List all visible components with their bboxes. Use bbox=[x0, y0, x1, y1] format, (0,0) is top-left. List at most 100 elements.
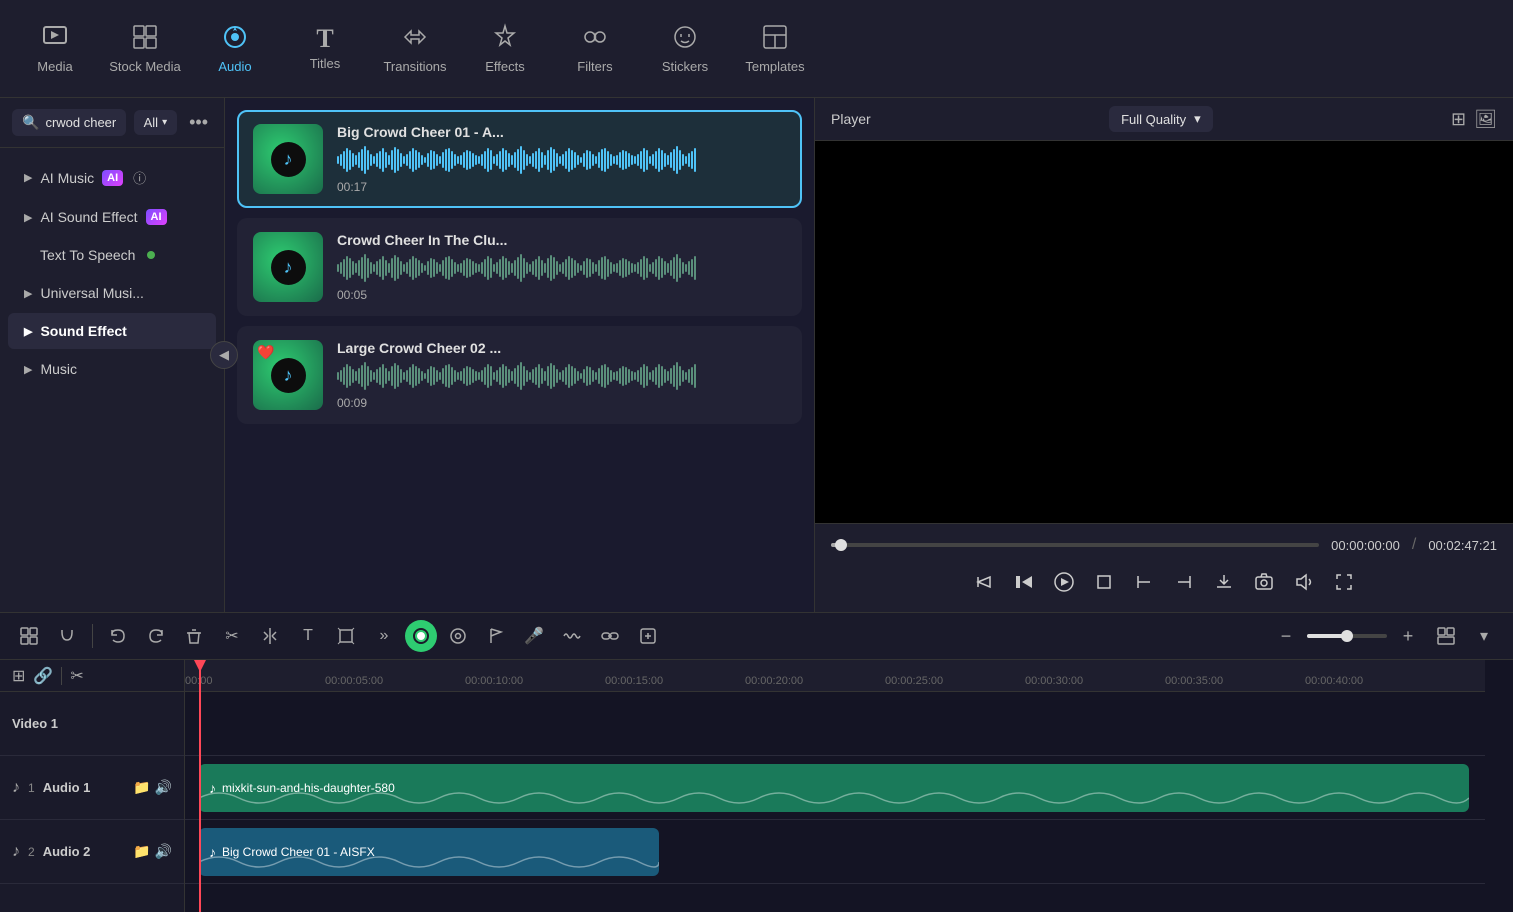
player-label: Player bbox=[831, 111, 871, 127]
ruler-mark-7: 00:00:35:00 bbox=[1165, 675, 1223, 687]
nav-media[interactable]: Media bbox=[10, 4, 100, 94]
search-filter-dropdown[interactable]: All ▾ bbox=[134, 110, 177, 135]
tl-split-audio-button[interactable] bbox=[253, 619, 287, 653]
audio-card-1[interactable]: ♪ Big Crowd Cheer 01 - A... 00:17 bbox=[237, 110, 802, 208]
tl-delete-button[interactable] bbox=[177, 619, 211, 653]
audio1-note-icon: ♪ bbox=[12, 779, 20, 797]
filter-label: All bbox=[144, 115, 158, 130]
audio-card-3[interactable]: ❤️ ♪ Large Crowd Cheer 02 ... 00:09 bbox=[237, 326, 802, 424]
timeline-content: 00:00 00:00:05:00 00:00:10:00 00:00:15:0… bbox=[185, 660, 1485, 912]
stickers-icon bbox=[671, 23, 699, 55]
top-nav: Media Stock Media Audio T Titles bbox=[0, 0, 1513, 98]
tl-link2-icon[interactable]: 🔗 bbox=[33, 666, 53, 686]
tl-undo-button[interactable] bbox=[101, 619, 135, 653]
tl-divider2 bbox=[61, 667, 62, 685]
tl-link-button[interactable] bbox=[593, 619, 627, 653]
nav-effects-label: Effects bbox=[485, 59, 525, 74]
search-icon: 🔍 bbox=[22, 114, 39, 131]
quality-select[interactable]: Full Quality ▾ bbox=[1109, 106, 1213, 132]
tl-settings-button[interactable] bbox=[441, 619, 475, 653]
sidebar-item-ai-music[interactable]: ▶ AI Music AI ⓘ bbox=[8, 158, 216, 197]
tl-zoom-bar[interactable] bbox=[1307, 634, 1387, 638]
tl-add-track-icon[interactable]: ⊞ bbox=[12, 666, 25, 686]
tl-text-button[interactable]: T bbox=[291, 619, 325, 653]
grid-view-icon[interactable]: ⊞ bbox=[1451, 109, 1466, 130]
titles-icon: T bbox=[316, 26, 333, 52]
stop-button[interactable] bbox=[1086, 564, 1122, 600]
progress-handle[interactable] bbox=[835, 539, 847, 551]
step-back-button[interactable] bbox=[966, 564, 1002, 600]
sidebar-label-ai-music: AI Music bbox=[40, 170, 94, 186]
export-button[interactable] bbox=[1206, 564, 1242, 600]
audio1-index: 1 bbox=[28, 781, 35, 795]
volume-button[interactable] bbox=[1286, 564, 1322, 600]
sidebar-item-ai-sound-effect[interactable]: ▶ AI Sound Effect AI bbox=[8, 199, 216, 235]
audio-icon bbox=[221, 23, 249, 55]
tl-insert-button[interactable] bbox=[631, 619, 665, 653]
mark-out-button[interactable] bbox=[1166, 564, 1202, 600]
tl-more-button[interactable]: » bbox=[367, 619, 401, 653]
audio2-clip[interactable]: ♪ Big Crowd Cheer 01 - AISFX bbox=[199, 828, 659, 876]
tl-cut2-icon[interactable]: ✂ bbox=[70, 666, 83, 686]
nav-stock-media[interactable]: Stock Media bbox=[100, 4, 190, 94]
nav-stickers[interactable]: Stickers bbox=[640, 4, 730, 94]
tl-magnet-button[interactable] bbox=[50, 619, 84, 653]
main-area: 🔍 All ▾ ••• ▶ AI Music AI ⓘ ▶ AI Sound E… bbox=[0, 98, 1513, 612]
mark-in-button[interactable] bbox=[1126, 564, 1162, 600]
filters-icon bbox=[581, 23, 609, 55]
sidebar-item-universal-music[interactable]: ▶ Universal Musi... bbox=[8, 275, 216, 311]
player-controls: 00:00:00:00 / 00:02:47:21 bbox=[815, 523, 1513, 612]
nav-filters[interactable]: Filters bbox=[550, 4, 640, 94]
search-more-button[interactable]: ••• bbox=[185, 108, 212, 137]
audio-info-1: Big Crowd Cheer 01 - A... 00:17 bbox=[337, 124, 786, 194]
audio2-folder-icon[interactable]: 📁 bbox=[133, 843, 150, 860]
nav-audio[interactable]: Audio bbox=[190, 4, 280, 94]
audio-card-2[interactable]: ♪ Crowd Cheer In The Clu... 00:05 bbox=[237, 218, 802, 316]
favorite-icon-3: ❤️ bbox=[257, 344, 274, 361]
fullscreen-button[interactable] bbox=[1326, 564, 1362, 600]
sidebar-item-music[interactable]: ▶ Music bbox=[8, 351, 216, 387]
audio2-volume-icon[interactable]: 🔊 bbox=[155, 843, 172, 860]
tl-cut-button[interactable]: ✂ bbox=[215, 619, 249, 653]
timeline-tracks[interactable]: 00:00 00:00:05:00 00:00:10:00 00:00:15:0… bbox=[185, 660, 1513, 912]
play-button[interactable] bbox=[1046, 564, 1082, 600]
audio1-volume-icon[interactable]: 🔊 bbox=[155, 779, 172, 796]
tl-more-options-button[interactable]: ▾ bbox=[1467, 619, 1501, 653]
skip-frame-button[interactable] bbox=[1006, 564, 1042, 600]
search-row: 🔍 All ▾ ••• bbox=[0, 98, 224, 148]
tl-zoom-out-button[interactable]: − bbox=[1269, 619, 1303, 653]
sidebar-collapse-button[interactable]: ◀ bbox=[210, 341, 238, 369]
audio-results-panel: ♪ Big Crowd Cheer 01 - A... 00:17 ♪ Crow… bbox=[225, 98, 815, 612]
media-icon bbox=[41, 23, 69, 55]
tl-split-view-button[interactable] bbox=[12, 619, 46, 653]
tl-zoom-in-button[interactable]: + bbox=[1391, 619, 1425, 653]
nav-templates[interactable]: Templates bbox=[730, 4, 820, 94]
audio1-clip[interactable]: ♪ mixkit-sun-and-his-daughter-580 bbox=[199, 764, 1469, 812]
playhead[interactable] bbox=[199, 660, 201, 912]
audio1-controls: 📁 🔊 bbox=[133, 779, 172, 796]
right-player: Player Full Quality ▾ ⊞ 🖼 00:00:00:00 / … bbox=[815, 98, 1513, 612]
nav-titles[interactable]: T Titles bbox=[280, 4, 370, 94]
audio1-folder-icon[interactable]: 📁 bbox=[133, 779, 150, 796]
image-view-icon[interactable]: 🖼 bbox=[1474, 109, 1497, 130]
sidebar-item-sound-effect[interactable]: ▶ Sound Effect bbox=[8, 313, 216, 349]
tl-zoom-handle[interactable] bbox=[1341, 630, 1353, 642]
tl-record-button[interactable] bbox=[405, 620, 437, 652]
track-label-top: ⊞ 🔗 ✂ bbox=[0, 660, 184, 692]
search-input-wrap[interactable]: 🔍 bbox=[12, 109, 126, 136]
ruler-mark-1: 00:00:05:00 bbox=[325, 675, 383, 687]
nav-effects[interactable]: Effects bbox=[460, 4, 550, 94]
sidebar-item-text-to-speech[interactable]: Text To Speech bbox=[8, 237, 216, 273]
tl-mic-button[interactable]: 🎤 bbox=[517, 619, 551, 653]
search-input[interactable] bbox=[45, 115, 115, 130]
tl-crop-button[interactable] bbox=[329, 619, 363, 653]
snapshot-button[interactable] bbox=[1246, 564, 1282, 600]
tl-redo-button[interactable] bbox=[139, 619, 173, 653]
sidebar-arrow-music: ▶ bbox=[24, 363, 32, 376]
nav-transitions[interactable]: Transitions bbox=[370, 4, 460, 94]
tl-flag-button[interactable] bbox=[479, 619, 513, 653]
control-buttons bbox=[831, 564, 1497, 600]
tl-layout-button[interactable] bbox=[1429, 619, 1463, 653]
tl-wave-button[interactable] bbox=[555, 619, 589, 653]
progress-bar[interactable] bbox=[831, 543, 1319, 547]
